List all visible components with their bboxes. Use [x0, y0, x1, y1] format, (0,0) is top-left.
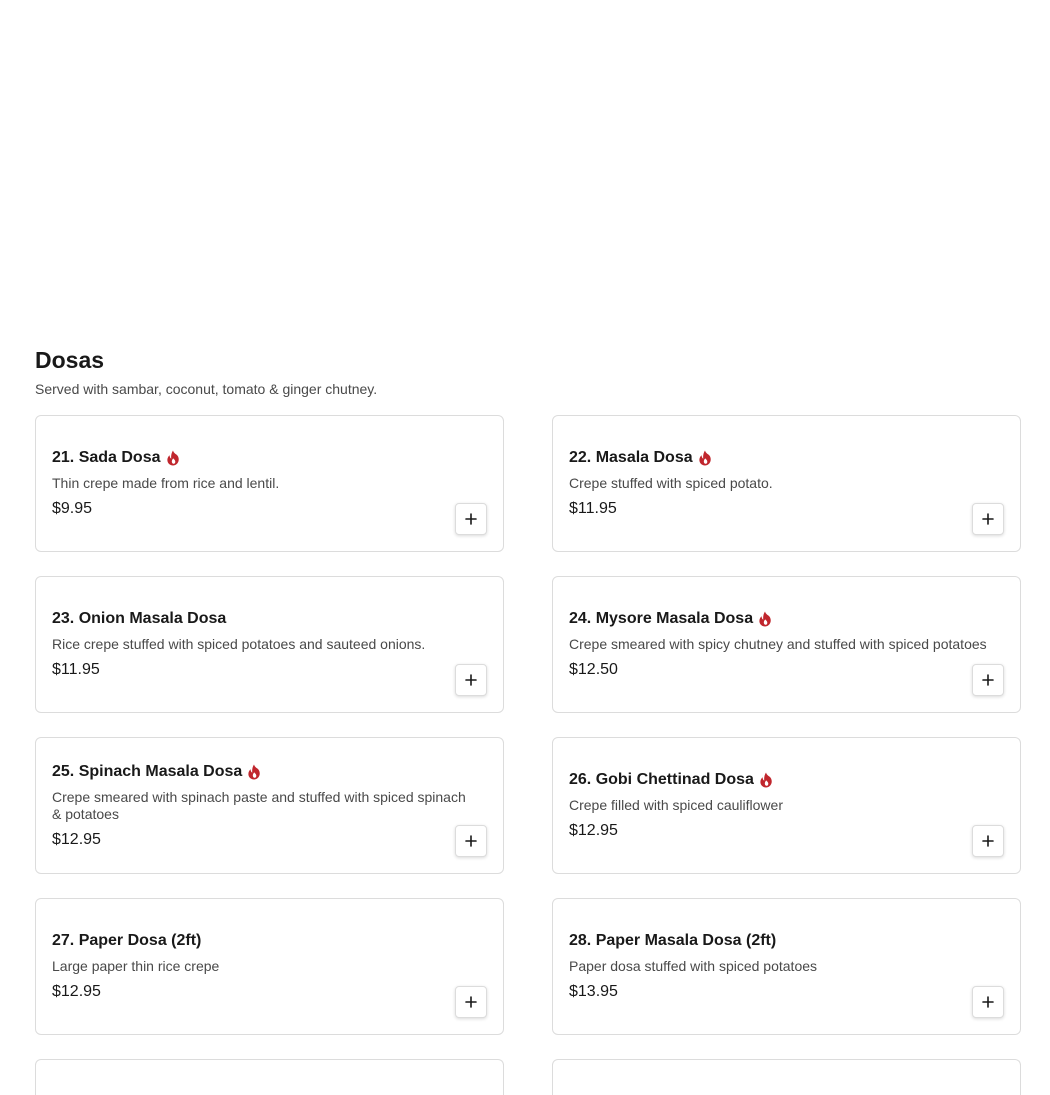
menu-item-content: 26. Gobi Chettinad Dosa Crepe filled wit… [569, 769, 989, 842]
menu-item-description: Thin crepe made from rice and lentil. [52, 475, 280, 491]
plus-icon [465, 674, 477, 686]
menu-item-description: Large paper thin rice crepe [52, 958, 220, 974]
menu-item-name-row: 26. Gobi Chettinad Dosa [569, 769, 989, 791]
add-to-cart-button[interactable] [972, 825, 1004, 857]
plus-icon [465, 513, 477, 525]
menu-item-price: $12.95 [52, 830, 101, 848]
flame-icon [248, 764, 261, 779]
add-to-cart-button[interactable] [972, 986, 1004, 1018]
menu-item-card-partial[interactable] [35, 1059, 504, 1095]
menu-item-card[interactable]: 27. Paper Dosa (2ft) Large paper thin ri… [35, 898, 504, 1035]
menu-item-name: 28. Paper Masala Dosa (2ft) [569, 932, 777, 949]
menu-item-name: 21. Sada Dosa [52, 449, 161, 466]
plus-icon [982, 513, 994, 525]
menu-item-card[interactable]: 21. Sada Dosa Thin crepe made from rice … [35, 415, 504, 552]
menu-item-name: 22. Masala Dosa [569, 449, 693, 466]
plus-icon [465, 835, 477, 847]
add-to-cart-button[interactable] [455, 664, 487, 696]
menu-item-price: $11.95 [52, 661, 100, 678]
menu-item-name-row: 28. Paper Masala Dosa (2ft) [569, 930, 989, 952]
menu-item-content: 24. Mysore Masala Dosa Crepe smeared wit… [569, 608, 989, 681]
menu-item-description: Paper dosa stuffed with spiced potatoes [569, 958, 818, 974]
menu-item-card[interactable]: 22. Masala Dosa Crepe stuffed with spice… [552, 415, 1021, 552]
menu-item-price: $12.50 [569, 661, 618, 678]
menu-item-price: $11.95 [569, 500, 617, 517]
add-to-cart-button[interactable] [972, 503, 1004, 535]
menu-item-name-row: 27. Paper Dosa (2ft) [52, 930, 472, 952]
add-to-cart-button[interactable] [455, 986, 487, 1018]
menu-item-description: Crepe smeared with spicy chutney and stu… [569, 636, 987, 652]
menu-page: Dosas Served with sambar, coconut, tomat… [0, 0, 1050, 1095]
menu-item-card[interactable]: 24. Mysore Masala Dosa Crepe smeared wit… [552, 576, 1021, 713]
menu-item-description: Crepe smeared with spinach paste and stu… [52, 788, 466, 822]
menu-item-card-partial[interactable] [552, 1059, 1021, 1095]
add-to-cart-button[interactable] [455, 503, 487, 535]
menu-item-card[interactable]: 28. Paper Masala Dosa (2ft) Paper dosa s… [552, 898, 1021, 1035]
plus-icon [982, 835, 994, 847]
menu-item-name-row: 25. Spinach Masala Dosa [52, 761, 472, 783]
menu-items-grid: 21. Sada Dosa Thin crepe made from rice … [35, 415, 1021, 1095]
menu-item-description: Rice crepe stuffed with spiced potatoes … [52, 636, 426, 652]
menu-item-price: $12.95 [569, 822, 618, 839]
flame-icon [760, 772, 772, 788]
menu-item-name-row: 24. Mysore Masala Dosa [569, 608, 989, 630]
menu-item-card[interactable]: 23. Onion Masala Dosa Rice crepe stuffed… [35, 576, 504, 713]
menu-item-name-row: 22. Masala Dosa [569, 447, 989, 469]
menu-item-content: 23. Onion Masala Dosa Rice crepe stuffed… [52, 608, 472, 681]
flame-icon [759, 611, 771, 627]
plus-icon [982, 996, 994, 1008]
menu-item-content: 27. Paper Dosa (2ft) Large paper thin ri… [52, 930, 472, 1003]
section-header: Dosas Served with sambar, coconut, tomat… [35, 345, 377, 399]
menu-item-name: 23. Onion Masala Dosa [52, 610, 227, 627]
plus-icon [465, 996, 477, 1008]
menu-item-content: 22. Masala Dosa Crepe stuffed with spice… [569, 447, 989, 520]
menu-item-name: 27. Paper Dosa (2ft) [52, 932, 202, 949]
menu-item-price: $13.95 [569, 983, 618, 1000]
menu-item-card[interactable]: 26. Gobi Chettinad Dosa Crepe filled wit… [552, 737, 1021, 874]
section-subtitle: Served with sambar, coconut, tomato & gi… [35, 381, 378, 397]
menu-item-description: Crepe filled with spiced cauliflower [569, 797, 783, 813]
menu-item-content: 21. Sada Dosa Thin crepe made from rice … [52, 447, 472, 520]
menu-item-price: $9.95 [52, 500, 93, 517]
flame-icon [699, 450, 711, 466]
plus-icon [982, 674, 994, 686]
menu-item-content: 25. Spinach Masala Dosa Crepe smeared wi… [52, 761, 472, 851]
flame-icon [166, 450, 179, 466]
menu-item-name-row: 21. Sada Dosa [52, 447, 472, 469]
menu-item-name-row: 23. Onion Masala Dosa [52, 608, 472, 630]
menu-item-price: $12.95 [52, 983, 101, 1000]
menu-item-content: 28. Paper Masala Dosa (2ft) Paper dosa s… [569, 930, 989, 1003]
menu-item-name: 26. Gobi Chettinad Dosa [569, 771, 754, 788]
menu-item-name: 25. Spinach Masala Dosa [52, 762, 243, 780]
section-title: Dosas [35, 347, 105, 373]
add-to-cart-button[interactable] [972, 664, 1004, 696]
menu-item-name: 24. Mysore Masala Dosa [569, 610, 754, 627]
menu-item-description: Crepe stuffed with spiced potato. [569, 475, 773, 491]
add-to-cart-button[interactable] [455, 825, 487, 857]
menu-item-card[interactable]: 25. Spinach Masala Dosa Crepe smeared wi… [35, 737, 504, 874]
